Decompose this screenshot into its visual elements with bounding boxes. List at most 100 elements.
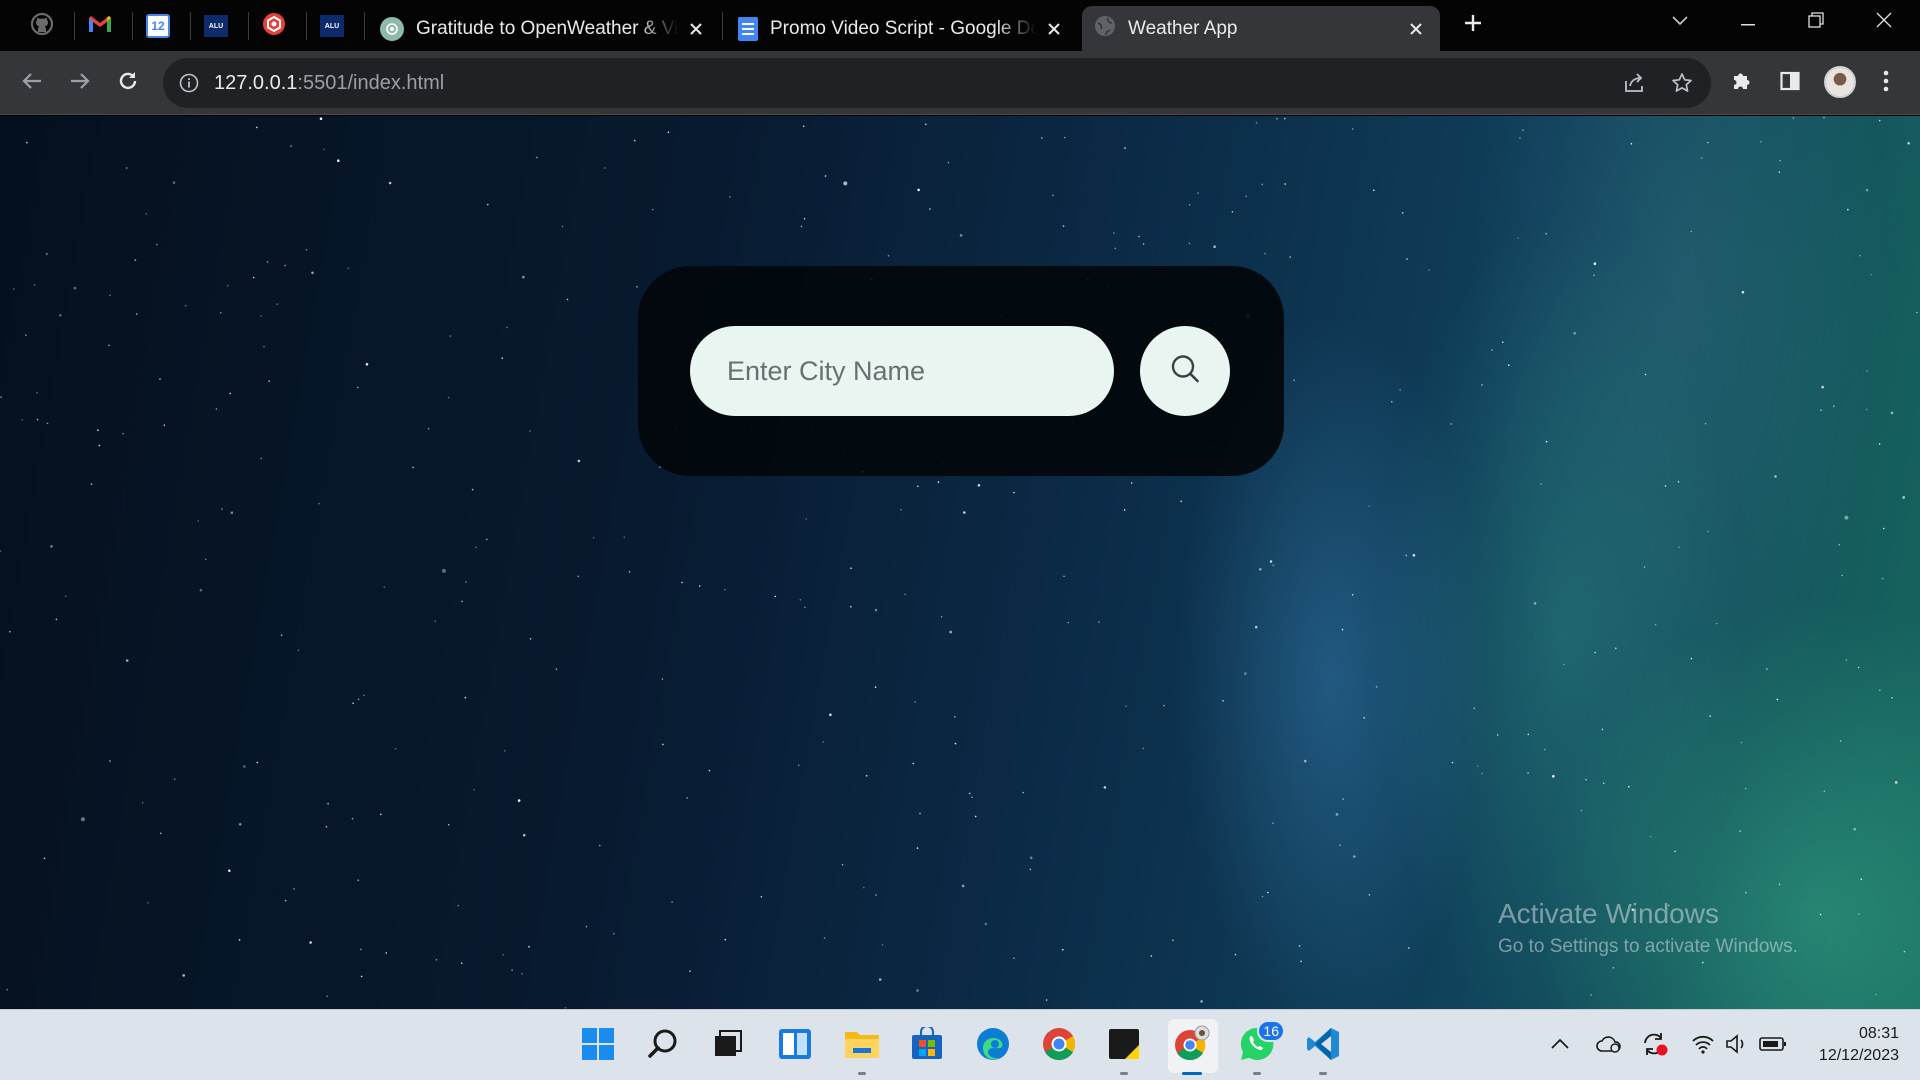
restore-icon	[1808, 11, 1824, 33]
new-tab-button[interactable]	[1458, 10, 1488, 40]
tab-title: Weather App	[1128, 17, 1238, 39]
sticky-notes-button[interactable]	[1102, 1024, 1146, 1075]
widgets-button[interactable]	[773, 1024, 817, 1068]
browser-toolbar: 127.0.0.1:5501/index.html	[0, 51, 1920, 115]
alu-icon: ALU	[320, 15, 344, 37]
google-calendar-icon: 12	[146, 14, 170, 38]
bookmark-app-icon	[262, 12, 286, 41]
kebab-menu-icon	[1883, 70, 1889, 97]
sync-tray-icon[interactable]	[1640, 1031, 1670, 1061]
close-icon	[1876, 12, 1892, 33]
globe-icon	[1094, 15, 1116, 43]
taskbar-search-button[interactable]	[641, 1024, 685, 1068]
whatsapp-button[interactable]: 16	[1235, 1020, 1285, 1075]
alu-label: ALU	[208, 22, 224, 30]
chrome-button[interactable]	[1037, 1024, 1081, 1068]
chrome-active-button[interactable]	[1170, 1024, 1214, 1075]
forward-button[interactable]	[62, 65, 98, 101]
close-window-button[interactable]	[1854, 0, 1914, 44]
clock-time: 08:31	[1858, 1025, 1899, 1042]
close-tab-icon[interactable]	[684, 17, 708, 41]
tab-gratitude[interactable]: Gratitude to OpenWeather & Vis	[368, 6, 720, 51]
tab-promo-script[interactable]: Promo Video Script - Google Do	[726, 6, 1078, 51]
reload-button[interactable]	[110, 65, 146, 101]
start-button[interactable]	[576, 1024, 620, 1068]
side-panel-button[interactable]	[1772, 65, 1808, 101]
pinned-tab-alu-2[interactable]: ALU	[310, 8, 354, 44]
profile-avatar[interactable]	[1824, 66, 1856, 98]
tab-weather-app[interactable]: Weather App	[1082, 6, 1440, 51]
alu-icon: ALU	[204, 15, 228, 37]
folder-icon	[844, 1028, 880, 1065]
puzzle-icon	[1731, 70, 1753, 97]
chrome-profile-icon	[1173, 1025, 1211, 1068]
search-icon	[647, 1028, 679, 1065]
watermark-subtitle: Go to Settings to activate Windows.	[1498, 936, 1798, 957]
wifi-tray-icon[interactable]	[1688, 1031, 1718, 1061]
close-tab-icon[interactable]	[1404, 17, 1428, 41]
vscode-button[interactable]	[1301, 1024, 1345, 1075]
minimize-icon	[1741, 13, 1755, 31]
arrow-left-icon	[21, 70, 43, 97]
chrome-icon	[1041, 1026, 1077, 1067]
onedrive-tray-icon[interactable]	[1594, 1031, 1624, 1061]
calendar-day: 12	[151, 19, 165, 33]
microsoft-store-button[interactable]	[905, 1024, 949, 1068]
edge-icon	[975, 1026, 1011, 1067]
restore-button[interactable]	[1786, 0, 1846, 44]
edge-button[interactable]	[971, 1024, 1015, 1068]
browser-menu-button[interactable]	[1868, 65, 1904, 101]
windows-taskbar: 16 08:31 12/12/2023	[0, 1009, 1920, 1080]
volume-tray-icon[interactable]	[1722, 1031, 1752, 1061]
page-viewport: Activate Windows Go to Settings to activ…	[0, 116, 1920, 1009]
reload-icon	[117, 70, 139, 97]
search-button[interactable]	[1140, 326, 1230, 416]
pinned-tab-gmail[interactable]	[78, 8, 122, 44]
pinned-tab-alu[interactable]: ALU	[194, 8, 238, 44]
sticky-notes-icon	[1107, 1027, 1141, 1066]
search-icon	[1169, 353, 1201, 390]
show-hidden-icons-button[interactable]	[1545, 1031, 1575, 1061]
speaker-icon	[1725, 1033, 1749, 1059]
chatgpt-icon	[380, 16, 404, 41]
browser-tab-strip: 12 ALU ALU Gratitude to OpenWeather & Vi…	[0, 0, 1920, 51]
gmail-icon	[88, 14, 112, 39]
clock-date: 12/12/2023	[1818, 1047, 1899, 1064]
pinned-tab-github[interactable]	[20, 8, 64, 44]
store-icon	[910, 1024, 944, 1066]
notification-badge: 16	[1257, 1020, 1285, 1042]
bookmark-star-icon[interactable]	[1669, 70, 1695, 96]
search-card	[638, 266, 1284, 476]
google-docs-icon	[738, 16, 758, 41]
pinned-tab-app[interactable]	[252, 8, 296, 44]
extensions-button[interactable]	[1724, 65, 1760, 101]
battery-tray-icon[interactable]	[1758, 1031, 1788, 1061]
city-search-input[interactable]	[690, 326, 1114, 416]
chevron-down-icon	[1672, 13, 1688, 31]
plus-icon	[1463, 13, 1483, 38]
close-tab-icon[interactable]	[1042, 17, 1066, 41]
site-info-icon[interactable]	[177, 71, 201, 95]
address-bar[interactable]: 127.0.0.1:5501/index.html	[163, 58, 1711, 108]
windows-logo-icon	[581, 1027, 615, 1066]
back-button[interactable]	[14, 65, 50, 101]
wifi-icon	[1691, 1034, 1715, 1059]
sync-icon	[1641, 1031, 1669, 1062]
activate-windows-watermark: Activate Windows Go to Settings to activ…	[1498, 898, 1798, 958]
system-clock[interactable]: 08:31 12/12/2023	[1819, 1023, 1899, 1067]
minimize-button[interactable]	[1718, 0, 1778, 44]
tab-search-button[interactable]	[1650, 0, 1710, 44]
side-panel-icon	[1780, 71, 1800, 96]
share-icon[interactable]	[1621, 70, 1647, 96]
task-view-button[interactable]	[706, 1024, 750, 1068]
url-text: 127.0.0.1:5501/index.html	[214, 72, 444, 95]
url-host: 127.0.0.1	[214, 72, 298, 94]
arrow-right-icon	[69, 70, 91, 97]
chevron-up-icon	[1551, 1037, 1569, 1055]
file-explorer-button[interactable]	[840, 1024, 884, 1075]
battery-icon	[1759, 1036, 1787, 1057]
tab-title: Gratitude to OpenWeather & Vis	[416, 17, 678, 39]
github-icon	[30, 12, 54, 41]
widgets-icon	[778, 1027, 812, 1066]
pinned-tab-calendar[interactable]: 12	[136, 8, 180, 44]
